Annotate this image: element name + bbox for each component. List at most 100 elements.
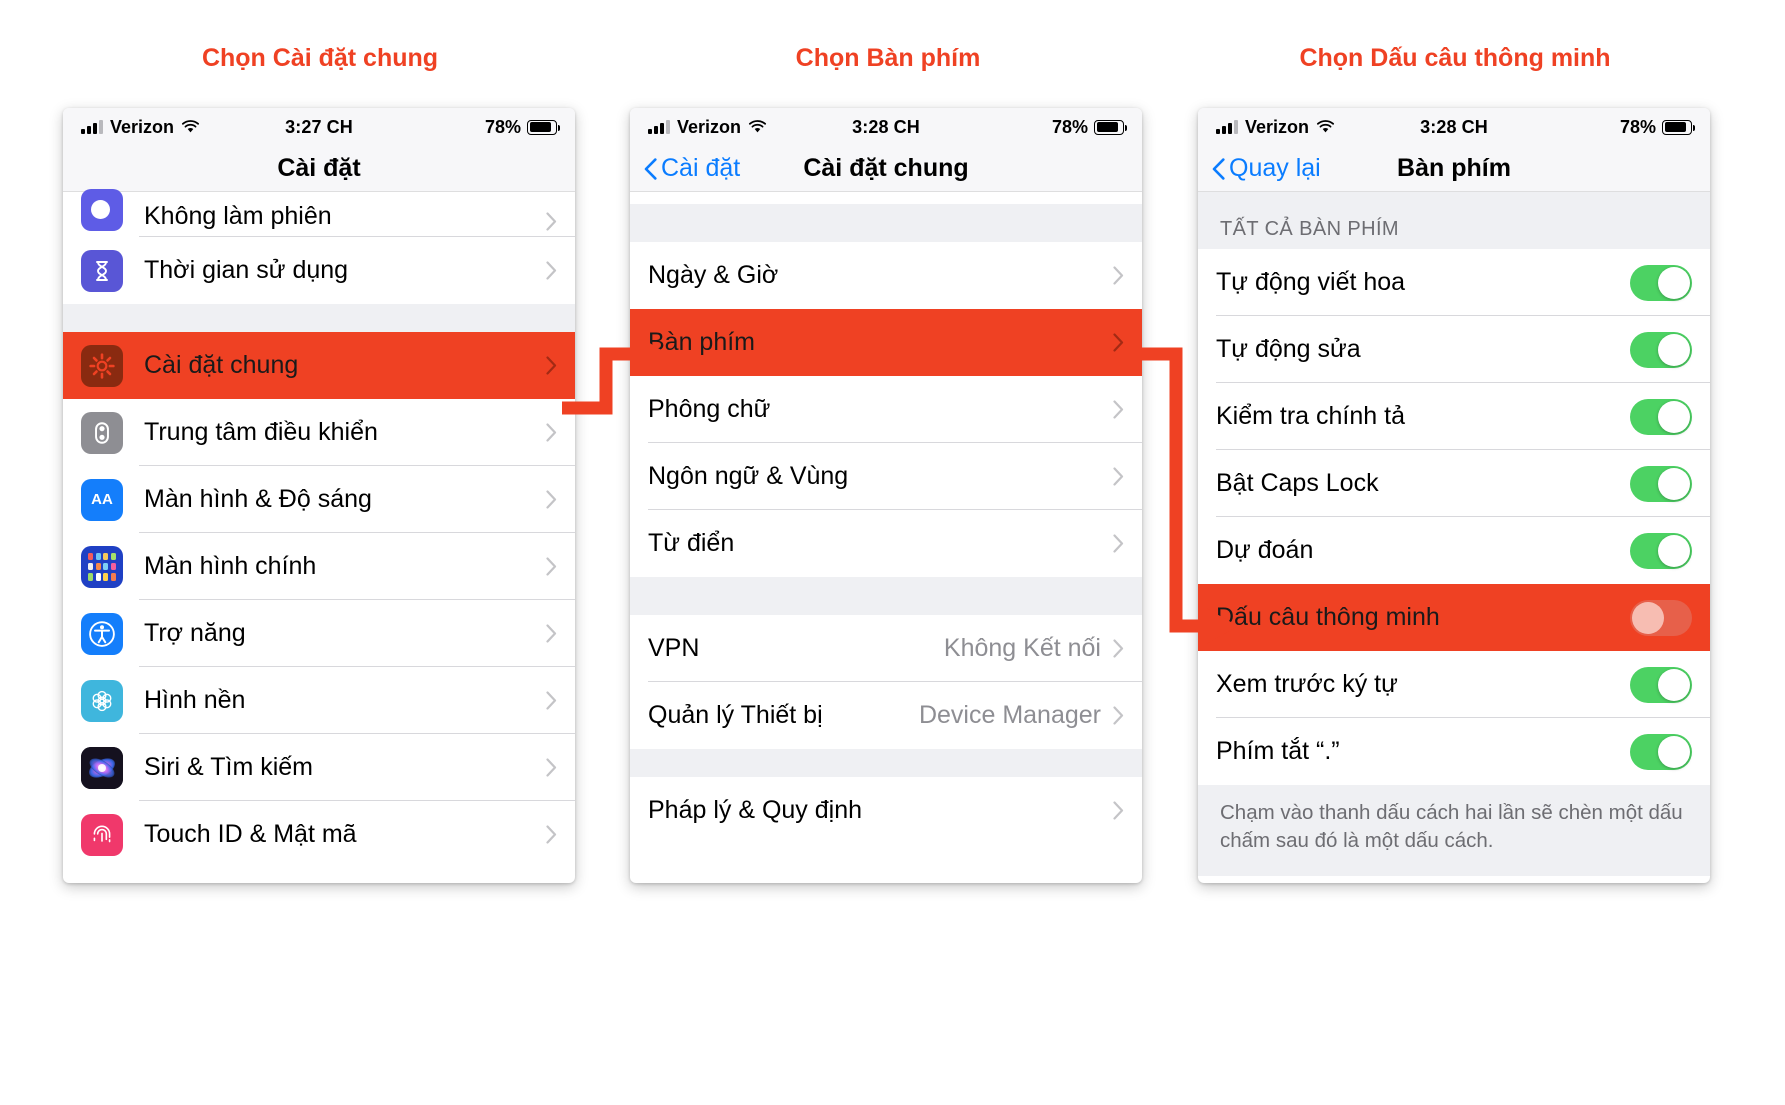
toggle-caps-lock[interactable] [1630, 465, 1692, 502]
chevron-left-icon [1212, 157, 1225, 180]
list-item-character-preview[interactable]: Xem trước ký tự [1198, 651, 1710, 718]
chevron-right-icon [546, 624, 557, 643]
carrier-label: Verizon [1245, 116, 1310, 137]
gear-icon [81, 344, 123, 387]
list-item-fonts[interactable]: Phông chữ [630, 376, 1142, 443]
wifi-icon [1316, 120, 1335, 134]
hourglass-icon [81, 249, 123, 292]
moon-icon [81, 189, 123, 231]
list-item-language-region[interactable]: Ngôn ngữ & Vùng [630, 443, 1142, 510]
chevron-right-icon [546, 423, 557, 442]
caption-step-2: Chọn Bàn phím [795, 44, 981, 72]
list-item-home-screen[interactable]: Màn hình chính [63, 533, 575, 600]
toggle-predictive[interactable] [1630, 532, 1692, 569]
list-item-auto-capitalization[interactable]: Tự động viết hoa [1198, 249, 1710, 316]
toggle-auto-correction[interactable] [1630, 331, 1692, 368]
list-item-label: Tự động viết hoa [1216, 268, 1406, 296]
list-item-predictive[interactable]: Dự đoán [1198, 517, 1710, 584]
chevron-right-icon [546, 212, 557, 231]
chevron-right-icon [1113, 266, 1124, 285]
toggle-character-preview[interactable] [1630, 666, 1692, 703]
battery-percent: 78% [1619, 116, 1657, 137]
control-center-icon [81, 411, 123, 454]
signal-bars-icon [1216, 120, 1238, 134]
list-item-label: Màn hình & Độ sáng [144, 485, 372, 513]
status-time: 3:27 CH [285, 116, 353, 137]
list-item-label: Cài đặt chung [144, 351, 299, 379]
chevron-right-icon [546, 825, 557, 844]
list-item-label: Hình nền [144, 686, 246, 714]
toggle-auto-capitalization[interactable] [1630, 264, 1692, 301]
list-item-label: Siri & Tìm kiếm [144, 753, 313, 781]
settings-list: Ngày & Giờ Bàn phím Phông chữ Ngôn ngữ &… [630, 192, 1142, 844]
list-group-separator [630, 577, 1142, 615]
list-item-siri-search[interactable]: Siri & Tìm kiếm [63, 734, 575, 801]
keyboard-settings-list: Tự động viết hoa Tự động sửa Kiểm tra ch… [1198, 249, 1710, 785]
back-button[interactable]: Cài đặt [644, 154, 740, 183]
status-time: 3:28 CH [852, 116, 920, 137]
battery-icon [1662, 119, 1696, 135]
chevron-right-icon [1113, 639, 1124, 658]
list-item-vpn[interactable]: VPN Không Kết nối [630, 615, 1142, 682]
toggle-period-shortcut[interactable] [1630, 733, 1692, 770]
battery-percent: 78% [484, 116, 522, 137]
toggle-smart-punctuation[interactable] [1630, 599, 1692, 636]
list-item-device-management[interactable]: Quản lý Thiết bị Device Manager [630, 682, 1142, 749]
battery-icon [527, 119, 561, 135]
back-button-label: Quay lại [1229, 154, 1321, 182]
list-group-separator [630, 204, 1142, 242]
settings-list: Không làm phiên Thời gian sử dụng Cài đặ… [63, 189, 575, 868]
list-item-keyboard[interactable]: Bàn phím [630, 309, 1142, 376]
display-aa-icon: AA [81, 478, 123, 521]
list-item-label: Không làm phiên [144, 202, 332, 230]
list-item-wallpaper[interactable]: Hình nền [63, 667, 575, 734]
chevron-right-icon [546, 490, 557, 509]
toggle-spell-check[interactable] [1630, 398, 1692, 435]
list-item-label: VPN [648, 634, 700, 662]
page-title: Cài đặt [277, 154, 361, 182]
list-item-label: Quản lý Thiết bị [648, 701, 823, 729]
nav-bar: Quay lại Bàn phím [1198, 146, 1710, 192]
list-item-legal-regulatory[interactable]: Pháp lý & Quy định [630, 777, 1142, 844]
chevron-right-icon [1113, 534, 1124, 553]
list-item-label: Phông chữ [648, 395, 771, 423]
list-item-dictionary[interactable]: Từ điển [630, 510, 1142, 577]
list-item-label: Bật Caps Lock [1216, 469, 1379, 497]
list-item-control-center[interactable]: Trung tâm điều khiển [63, 399, 575, 466]
chevron-right-icon [546, 356, 557, 375]
status-bar: Verizon 3:27 CH 78% [63, 108, 575, 146]
back-button[interactable]: Quay lại [1212, 154, 1321, 183]
list-item-auto-correction[interactable]: Tự động sửa [1198, 316, 1710, 383]
list-item-label: Pháp lý & Quy định [648, 796, 863, 824]
list-item-screen-time[interactable]: Thời gian sử dụng [63, 237, 575, 304]
list-item-date-time[interactable]: Ngày & Giờ [630, 242, 1142, 309]
chevron-right-icon [1113, 467, 1124, 486]
nav-bar: Cài đặt Cài đặt chung [630, 146, 1142, 192]
list-item-label: Bàn phím [648, 328, 756, 356]
status-time: 3:28 CH [1420, 116, 1488, 137]
accessibility-icon [81, 612, 123, 655]
list-item-do-not-disturb[interactable]: Không làm phiên [63, 189, 575, 237]
list-item-spell-check[interactable]: Kiểm tra chính tả [1198, 383, 1710, 450]
list-item-label: Tự động sửa [1216, 335, 1361, 363]
chevron-right-icon [546, 261, 557, 280]
phone-screenshot-settings: Verizon 3:27 CH 78% Cài đặt Không làm ph… [63, 108, 575, 883]
list-item-label: Từ điển [648, 529, 735, 557]
list-item-touch-id-passcode[interactable]: Touch ID & Mật mã [63, 801, 575, 868]
chevron-right-icon [1113, 400, 1124, 419]
section-header: TẤT CẢ BÀN PHÍM [1198, 192, 1710, 249]
list-item-accessibility[interactable]: Trợ năng [63, 600, 575, 667]
list-item-label: Trợ năng [144, 619, 246, 647]
signal-bars-icon [81, 120, 103, 134]
phone-screenshot-keyboard: Verizon 3:28 CH 78% Quay lại Bàn phím TẤ… [1198, 108, 1710, 883]
siri-icon [81, 746, 123, 789]
list-item-label: Phím tắt “.” [1216, 737, 1340, 765]
footnote-text: Chạm vào thanh dấu cách hai lần sẽ chèn … [1198, 785, 1710, 876]
wallpaper-icon [81, 679, 123, 722]
list-item-smart-punctuation[interactable]: Dấu câu thông minh [1198, 584, 1710, 651]
list-item-display-brightness[interactable]: AA Màn hình & Độ sáng [63, 466, 575, 533]
list-item-caps-lock[interactable]: Bật Caps Lock [1198, 450, 1710, 517]
list-group-separator [63, 304, 575, 332]
list-item-general[interactable]: Cài đặt chung [63, 332, 575, 399]
list-item-period-shortcut[interactable]: Phím tắt “.” [1198, 718, 1710, 785]
